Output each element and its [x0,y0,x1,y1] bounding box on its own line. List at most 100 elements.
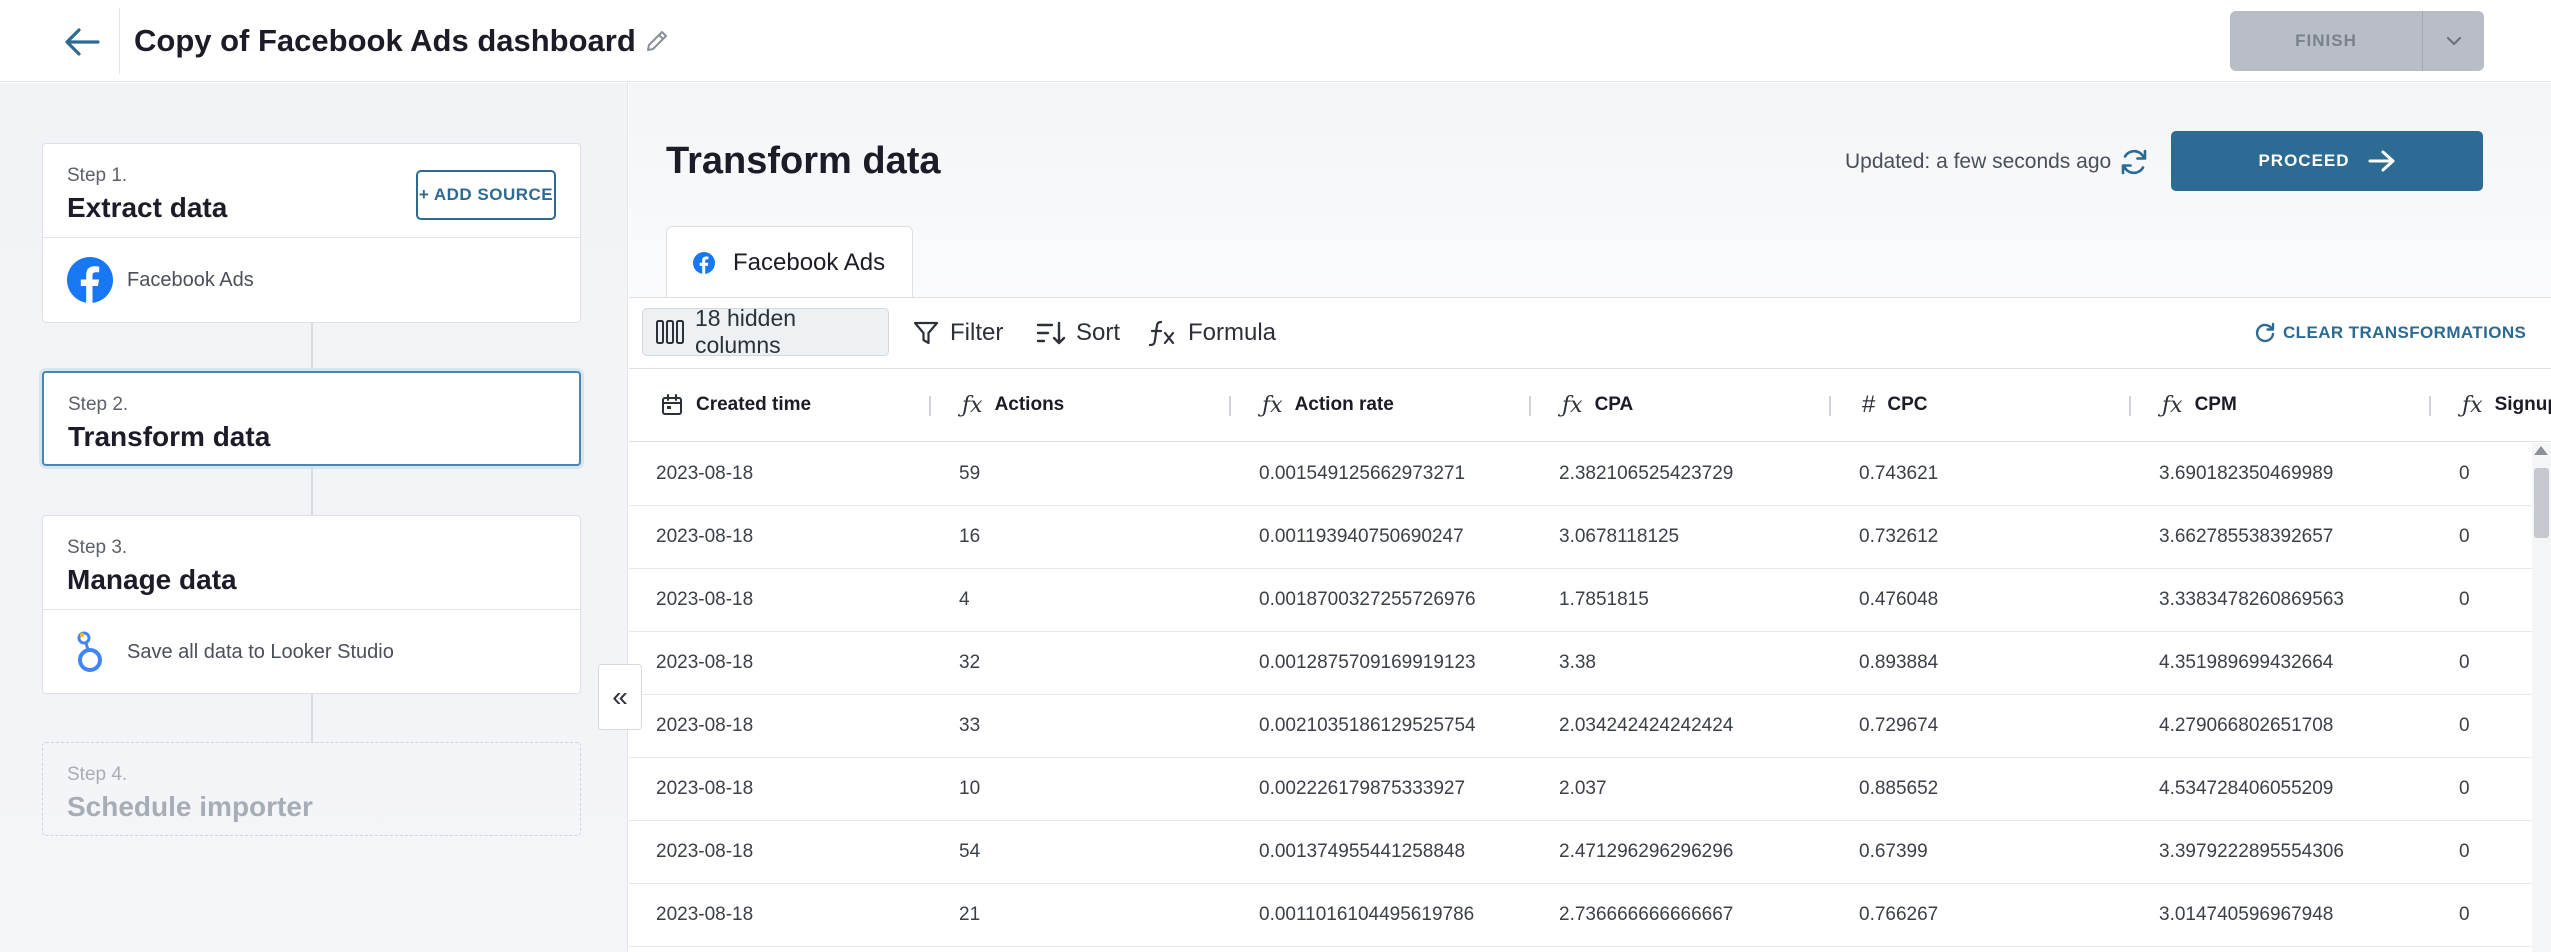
step-extract-data: Step 1. Extract data + ADD SOURCE Facebo… [42,143,581,323]
table-cell: 33 [959,715,981,736]
table-row[interactable]: 2023-08-18 21 0.0011016104495619786 2.73666… [629,884,2551,947]
table-cell: 59 [959,463,981,484]
table-cell: 0.001549125662973271 [1259,463,1466,484]
table-cell: 0.001374955441258848 [1259,841,1466,862]
calendar-icon [662,394,682,415]
table-cell: 3.014740596967948 [2159,904,2334,925]
scroll-up-arrow[interactable] [2534,446,2548,455]
destination-item-looker-studio[interactable]: Save all data to Looker Studio [43,609,580,694]
page-title: Copy of Facebook Ads dashboard [134,23,636,58]
table-cell: 2.034242424242424 [1559,715,1734,736]
column-header-cpc[interactable]: # CPC [1862,369,1927,441]
tab-facebook-ads[interactable]: Facebook Ads [666,226,913,299]
step-manage-data: Step 3. Manage data Save all data to Loo… [42,515,581,694]
step-number: Step 2. [68,394,129,415]
table-row[interactable]: 2023-08-18 32 0.0012875709169919123 3.38 0.8… [629,632,2551,695]
table-cell: 2023-08-18 [656,526,754,547]
add-source-button[interactable]: + ADD SOURCE [416,170,556,220]
column-resize-handle[interactable] [2429,396,2431,416]
pencil-icon[interactable] [642,26,672,56]
table-cell: 4.279066802651708 [2159,715,2334,736]
filter-button[interactable]: Filter [912,314,1003,352]
column-header-created-time[interactable]: Created time [660,369,811,441]
table-cell: 16 [959,526,981,547]
step-transform-data[interactable]: Step 2. Transform data [42,371,581,466]
table-cell: 0 [2459,904,2470,925]
source-item-facebook-ads[interactable]: Facebook Ads [43,237,580,322]
table-row[interactable]: 2023-08-18 10 0.002226179875333927 2.037 0.8… [629,758,2551,821]
clear-label: CLEAR TRANSFORMATIONS [2283,323,2527,342]
column-header-signup[interactable]: ƒx Signup [2462,369,2551,441]
table-cell: 3.3383478260869563 [2159,589,2344,610]
column-label: CPM [2194,394,2237,415]
column-header-cpa[interactable]: ƒx CPA [1562,369,1633,441]
table-cell: 2023-08-18 [656,778,754,799]
table-cell: 3.0678118125 [1559,526,1680,547]
step-connector [311,323,313,371]
table-cell: 2023-08-18 [656,715,754,736]
finish-button[interactable]: FINISH [2230,11,2423,71]
column-header-cpm[interactable]: ƒx CPM [2162,369,2237,441]
sort-button[interactable]: Sort [1036,314,1120,352]
table-cell: 2.736666666666667 [1559,904,1734,925]
step-number: Step 3. [67,537,128,558]
table-row[interactable]: 2023-08-18 33 0.0021035186129525754 2.03424… [629,695,2551,758]
top-bar: Copy of Facebook Ads dashboard FINISH [0,0,2551,82]
formula-icon: ƒx [1562,392,1583,418]
section-title: Transform data [666,140,941,182]
formula-button[interactable]: Formula [1148,314,1276,352]
table-cell: 3.38 [1559,652,1596,673]
table-cell: 2.471296296296296 [1559,841,1734,862]
table-cell: 2.037 [1559,778,1607,799]
table-cell: 32 [959,652,981,673]
source-label: Facebook Ads [127,268,254,291]
step-title: Schedule importer [67,791,313,822]
clear-transformations-button[interactable]: CLEAR TRANSFORMATIONS [2253,318,2526,348]
table-cell: 0.743621 [1859,463,1939,484]
column-label: CPC [1887,394,1928,415]
column-resize-handle[interactable] [1229,396,1231,416]
column-resize-handle[interactable] [1829,396,1831,416]
refresh-icon[interactable] [2118,146,2150,178]
table-cell: 3.662785538392657 [2159,526,2334,547]
table-cell: 2023-08-18 [656,589,754,610]
facebook-icon [693,252,715,274]
table-cell: 3.690182350469989 [2159,463,2334,484]
formula-icon: ƒx [1262,392,1283,418]
collapse-sidebar-button[interactable]: « [598,664,642,730]
sort-label: Sort [1076,319,1121,346]
hidden-columns-button[interactable]: 18 hidden columns [642,305,889,358]
divider [119,8,120,74]
proceed-button[interactable]: PROCEED [2171,131,2483,191]
table-cell: 4.351989699432664 [2159,652,2334,673]
column-header-actions[interactable]: ƒx Actions [962,369,1064,441]
step-schedule-importer: Step 4. Schedule importer [42,742,581,836]
destination-label: Save all data to Looker Studio [127,640,394,663]
scrollbar-thumb[interactable] [2534,468,2549,538]
table-cell: 21 [959,904,981,925]
table-cell: 2023-08-18 [656,841,754,862]
column-label: Action rate [1294,394,1394,415]
column-resize-handle[interactable] [1529,396,1531,416]
finish-dropdown-button[interactable] [2423,11,2484,71]
table-row[interactable]: 2023-08-18 4 0.0018700327255726976 1.785181… [629,569,2551,632]
table-cell: 3.3979222895554306 [2159,841,2344,862]
table-row[interactable]: 2023-08-18 59 0.001549125662973271 2.382106… [629,443,2551,506]
column-header-action-rate[interactable]: ƒx Action rate [1262,369,1394,441]
table-cell: 0.67399 [1859,841,1928,862]
table-row[interactable]: 2023-08-18 16 0.001193940750690247 3.067811… [629,506,2551,569]
table-cell: 0 [2459,778,2470,799]
table-cell: 10 [959,778,981,799]
column-resize-handle[interactable] [929,396,931,416]
table-cell: 0.001193940750690247 [1259,526,1464,547]
hidden-columns-label: 18 hidden columns [694,305,797,358]
table-cell: 0.0021035186129525754 [1259,715,1476,736]
table-cell: 0.893884 [1859,652,1939,673]
table-cell: 1.7851815 [1559,589,1649,610]
table-cell: 0 [2459,841,2470,862]
table-cell: 0.732612 [1859,526,1939,547]
column-resize-handle[interactable] [2129,396,2131,416]
back-button[interactable] [58,18,106,66]
table-row[interactable]: 2023-08-18 54 0.001374955441258848 2.471296… [629,821,2551,884]
table-cell: 0.885652 [1859,778,1939,799]
